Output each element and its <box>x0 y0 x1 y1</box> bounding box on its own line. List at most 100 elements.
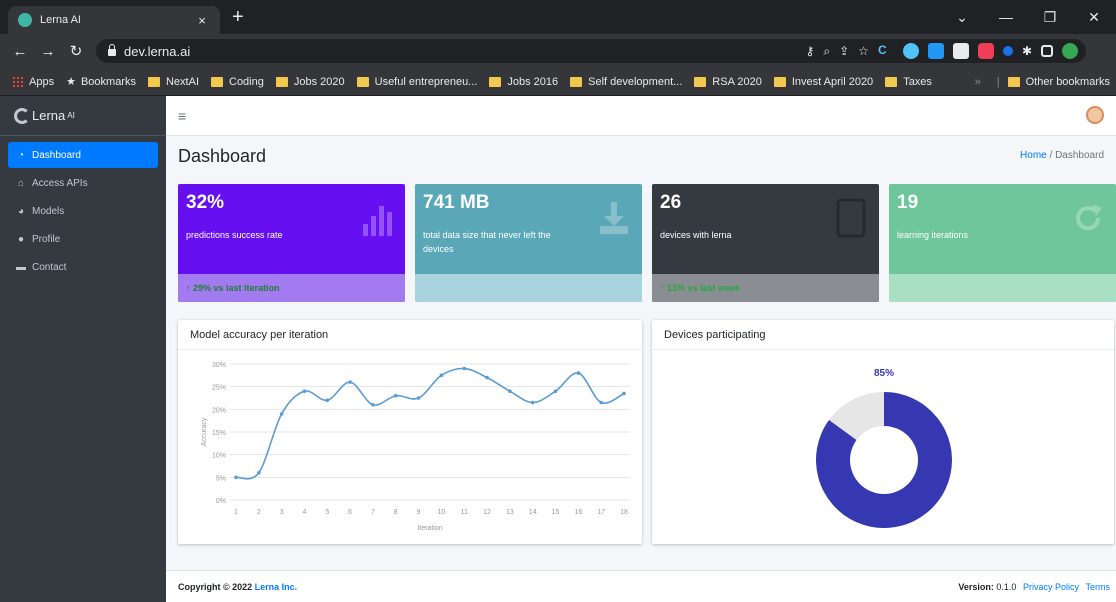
company-link[interactable]: Lerna Inc. <box>255 582 298 592</box>
web-page: Lerna AI ◔ Dashboard ⌂ Access APIs ◕ Mode… <box>0 96 1116 602</box>
x-tick-label: 12 <box>483 509 491 516</box>
breadcrumb: Home / Dashboard <box>1020 150 1104 161</box>
profile-avatar-icon[interactable] <box>1062 43 1078 59</box>
bookmark-folder[interactable]: Invest April 2020 <box>773 76 873 88</box>
sidebar-item-contact[interactable]: ▬ Contact <box>8 254 158 280</box>
bookmark-folder[interactable]: Jobs 2016 <box>489 76 558 88</box>
extension-compass-icon[interactable] <box>902 43 919 59</box>
extension-dot-icon[interactable] <box>1002 46 1013 56</box>
folder-icon <box>489 76 502 87</box>
y-tick-label: 15% <box>212 430 226 437</box>
folder-icon <box>773 76 786 87</box>
bookmark-folder[interactable]: Taxes <box>885 76 932 88</box>
card-value: 32% <box>186 192 225 213</box>
tablet-icon <box>836 198 866 238</box>
folder-icon <box>1007 77 1020 87</box>
version-label: Version: <box>958 582 994 592</box>
y-tick-label: 0% <box>216 498 226 505</box>
x-tick-label: 5 <box>325 509 329 516</box>
share-icon[interactable]: ⇪ <box>839 44 849 58</box>
back-icon[interactable]: ← <box>6 43 34 60</box>
data-point <box>257 471 261 475</box>
reload-icon[interactable]: ↻ <box>62 42 90 60</box>
minimize-icon[interactable]: — <box>984 9 1028 25</box>
data-point <box>348 380 352 384</box>
restore-icon[interactable]: ❐ <box>1028 9 1072 26</box>
bookmark-bookmarks[interactable]: ★ Bookmarks <box>66 75 136 89</box>
hamburger-menu-icon[interactable]: ≡ <box>178 108 186 124</box>
card-description: devices with lerna <box>660 230 732 240</box>
privacy-policy-link[interactable]: Privacy Policy <box>1023 582 1079 592</box>
browser-tabstrip: Lerna AI × + ⌄ — ❐ ✕ <box>0 0 1116 34</box>
sidebar-item-dashboard[interactable]: ◔ Dashboard <box>8 142 158 168</box>
card-value: 19 <box>897 192 919 213</box>
key-icon[interactable]: ⚷ <box>806 44 815 58</box>
data-point <box>439 373 444 378</box>
bookmark-folder[interactable]: RSA 2020 <box>694 76 762 88</box>
new-tab-icon[interactable]: + <box>232 6 244 28</box>
browser-tab[interactable]: Lerna AI × <box>8 6 220 34</box>
accuracy-series-line <box>235 367 625 480</box>
terms-link[interactable]: Terms <box>1086 582 1111 592</box>
card-footer[interactable]: ↑ 13% vs last week <box>652 274 879 302</box>
data-point <box>553 389 558 393</box>
card-footer[interactable] <box>889 274 1116 302</box>
card-footer[interactable]: ↑ 29% vs last iteration <box>178 274 405 302</box>
puzzle-icon[interactable]: ✱ <box>1022 44 1032 58</box>
extension-triangle-icon[interactable] <box>952 43 969 59</box>
other-bookmarks[interactable]: » | Other bookmarks <box>967 68 1110 95</box>
y-tick-label: 25% <box>212 385 226 392</box>
brand-sup: AI <box>67 111 75 120</box>
divider: | <box>996 76 1000 88</box>
sidebar-item-access-apis[interactable]: ⌂ Access APIs <box>8 170 158 196</box>
bookmark-folder[interactable]: Self development... <box>570 76 682 88</box>
footer-links: Version: 0.1.0 Privacy Policy Terms <box>958 582 1110 592</box>
card-footer[interactable] <box>415 274 642 302</box>
sidebar: Lerna AI ◔ Dashboard ⌂ Access APIs ◕ Mode… <box>0 96 166 602</box>
forward-icon[interactable]: → <box>34 43 62 60</box>
brand[interactable]: Lerna AI <box>0 96 166 136</box>
data-point <box>325 398 330 403</box>
comment-icon: ▬ <box>16 261 26 273</box>
x-tick-label: 18 <box>620 509 628 516</box>
sidebar-item-profile[interactable]: ● Profile <box>8 226 158 252</box>
data-point <box>302 389 307 393</box>
bookmark-folder[interactable]: Coding <box>211 76 264 88</box>
extension-calendar-icon[interactable] <box>927 43 944 59</box>
close-window-icon[interactable]: ✕ <box>1072 9 1116 26</box>
sidepanel-icon[interactable] <box>1041 45 1053 57</box>
panel-title: Model accuracy per iteration <box>178 320 642 350</box>
panel-title: Devices participating <box>652 320 1114 350</box>
apps-grid-icon <box>12 76 23 87</box>
bookmarks-overflow-icon[interactable]: » <box>975 76 981 88</box>
chevron-down-icon[interactable]: ⌄ <box>940 9 984 26</box>
breadcrumb-home-link[interactable]: Home <box>1020 150 1047 161</box>
card-value: 26 <box>660 192 682 213</box>
bookmark-apps[interactable]: Apps <box>12 76 54 88</box>
y-tick-label: 10% <box>212 453 226 460</box>
sidebar-item-models[interactable]: ◕ Models <box>8 198 158 224</box>
close-tab-icon[interactable]: × <box>194 13 210 28</box>
accuracy-panel: Model accuracy per iteration 0% 5% 10% 15% 2… <box>178 320 642 544</box>
folder-icon <box>694 76 707 87</box>
zoom-icon[interactable]: ⌕ <box>823 44 830 59</box>
stat-card-iterations: 19 learning iterations <box>889 184 1116 302</box>
bookmark-folder[interactable]: Useful entrepreneu... <box>356 76 477 88</box>
stat-card-success-rate: 32% predictions success rate ↑ 29% vs la… <box>178 184 405 302</box>
bookmark-folder[interactable]: Jobs 2020 <box>275 76 345 88</box>
lerna-favicon-icon <box>18 13 32 27</box>
url-text[interactable]: dev.lerna.ai <box>124 44 190 59</box>
pocket-icon[interactable] <box>977 43 994 59</box>
y-tick-label: 5% <box>216 475 226 482</box>
download-icon <box>600 202 628 234</box>
star-icon[interactable]: ☆ <box>858 44 869 58</box>
user-avatar[interactable] <box>1086 106 1104 124</box>
x-tick-label: 8 <box>394 509 398 516</box>
brand-name: Lerna <box>32 108 66 123</box>
extension-c-icon[interactable]: C <box>878 43 894 59</box>
bookmark-folder[interactable]: NextAI <box>147 76 199 88</box>
data-point <box>508 389 512 393</box>
address-bar[interactable]: dev.lerna.ai ⚷ ⌕ ⇪ ☆ C ✱ <box>96 39 1086 63</box>
stat-card-devices: 26 devices with lerna ↑ 13% vs last week <box>652 184 879 302</box>
user-icon: ● <box>17 233 25 245</box>
